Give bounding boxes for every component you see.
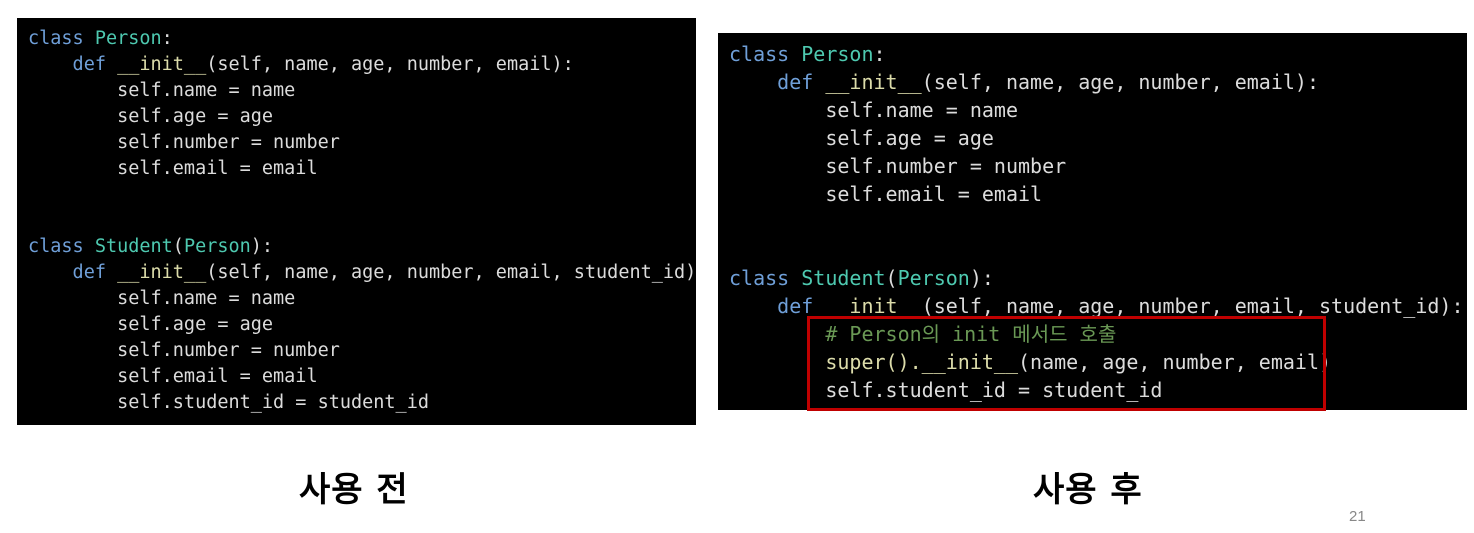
code-token: Person bbox=[801, 42, 874, 66]
caption-before: 사용 전 bbox=[299, 470, 409, 510]
code-line: self.number = number bbox=[729, 152, 1467, 180]
code-block-before: class Person: def __init__(self, name, a… bbox=[28, 26, 696, 416]
code-token: self.email = email bbox=[28, 158, 318, 179]
code-line: self.email = email bbox=[28, 156, 696, 182]
code-token: (self, name, age, number, email): bbox=[921, 70, 1320, 94]
code-token: self.email = email bbox=[28, 366, 318, 387]
code-line: self.name = name bbox=[28, 78, 696, 104]
code-line: class Student(Person): bbox=[729, 264, 1467, 292]
code-token: (self, name, age, number, email, student… bbox=[921, 294, 1464, 318]
code-line: self.age = age bbox=[28, 104, 696, 130]
code-line: class Person: bbox=[729, 40, 1467, 68]
code-token: self.age = age bbox=[28, 106, 274, 127]
code-token: self.name = name bbox=[28, 80, 296, 101]
code-line: self.name = name bbox=[729, 96, 1467, 124]
code-line: def __init__(self, name, age, number, em… bbox=[28, 260, 696, 286]
code-line: self.age = age bbox=[28, 312, 696, 338]
code-token: self.name = name bbox=[729, 98, 1018, 122]
code-token: Person bbox=[897, 266, 970, 290]
code-token: (self, name, age, number, email, student… bbox=[206, 262, 696, 283]
code-line: self.number = number bbox=[28, 338, 696, 364]
code-line: def __init__(self, name, age, number, em… bbox=[28, 52, 696, 78]
code-line: self.email = email bbox=[28, 364, 696, 390]
code-line: class Student(Person): bbox=[28, 234, 696, 260]
code-token: self.student_id = student_id bbox=[28, 392, 429, 413]
code-token: __init__ bbox=[117, 54, 207, 75]
code-line: self.number = number bbox=[28, 130, 696, 156]
code-token: Person bbox=[94, 28, 162, 49]
code-panel-before: class Person: def __init__(self, name, a… bbox=[17, 18, 696, 425]
code-token: class bbox=[729, 42, 802, 66]
code-token: ( bbox=[885, 266, 898, 290]
code-token: def bbox=[28, 54, 118, 75]
code-line: self.age = age bbox=[729, 124, 1467, 152]
caption-after: 사용 후 bbox=[1033, 470, 1143, 510]
code-token: self.age = age bbox=[28, 314, 274, 335]
code-token: Student bbox=[94, 236, 173, 257]
code-line: class Person: bbox=[28, 26, 696, 52]
code-token: def bbox=[729, 294, 826, 318]
code-token: self.number = number bbox=[28, 340, 340, 361]
code-token: self.number = number bbox=[28, 132, 340, 153]
code-token: class bbox=[28, 236, 95, 257]
code-token: : bbox=[873, 42, 886, 66]
code-token: __init__ bbox=[117, 262, 207, 283]
code-token: __init__ bbox=[825, 294, 922, 318]
page-number: 21 bbox=[1349, 508, 1366, 525]
code-token: Student bbox=[801, 266, 886, 290]
code-line: self.email = email bbox=[729, 180, 1467, 208]
code-token: self.email = email bbox=[729, 182, 1043, 206]
code-token: __init__ bbox=[825, 70, 922, 94]
code-token: : bbox=[161, 28, 173, 49]
code-token: self.name = name bbox=[28, 288, 296, 309]
super-call-highlight-box bbox=[807, 316, 1326, 411]
code-token: Person bbox=[183, 236, 251, 257]
code-token: ): bbox=[969, 266, 994, 290]
code-token: ( bbox=[172, 236, 184, 257]
code-token: (self, name, age, number, email): bbox=[206, 54, 574, 75]
code-token: def bbox=[28, 262, 118, 283]
code-line: def __init__(self, name, age, number, em… bbox=[729, 68, 1467, 96]
code-line: self.student_id = student_id bbox=[28, 390, 696, 416]
code-token: ): bbox=[250, 236, 274, 257]
code-token: self.age = age bbox=[729, 126, 994, 150]
code-token: class bbox=[28, 28, 95, 49]
code-token: self.number = number bbox=[729, 154, 1067, 178]
code-line: self.name = name bbox=[28, 286, 696, 312]
code-token: class bbox=[729, 266, 802, 290]
code-token: def bbox=[729, 70, 826, 94]
